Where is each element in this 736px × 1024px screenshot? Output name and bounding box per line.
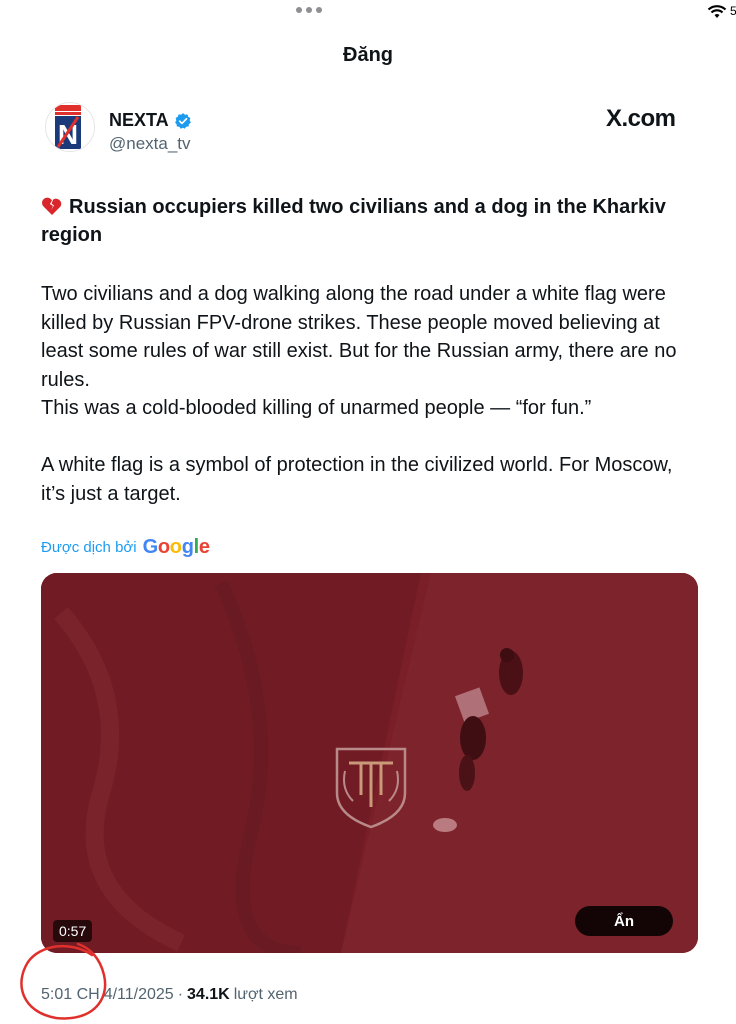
post-detail-page: 5 Đăng N NEXTA @nexta_tv X.com Russian o… — [0, 0, 736, 1024]
google-logo: Google — [142, 536, 210, 558]
author-handle[interactable]: @nexta_tv — [109, 134, 191, 154]
meta-separator: · — [177, 986, 184, 1003]
tweet-time[interactable]: 5:01 CH — [41, 986, 100, 1004]
tweet-headline: Russian occupiers killed two civilians a… — [41, 193, 691, 249]
video-player[interactable] — [41, 573, 698, 953]
page-title: Đăng — [343, 44, 393, 66]
author-name[interactable]: NEXTA — [109, 110, 192, 131]
tweet-date[interactable]: 4/11/2025 — [104, 986, 174, 1004]
translation-attribution[interactable]: Được dịch bởi Google — [41, 536, 210, 559]
video-duration-badge: 0:57 — [53, 920, 93, 942]
tweet-paragraph: This was a cold-blooded killing of unarm… — [41, 397, 592, 419]
battery-level-text: 5 — [730, 4, 736, 18]
views-count: 34.1K — [187, 986, 230, 1003]
tweet-paragraph: Two civilians and a dog walking along th… — [41, 283, 677, 391]
hide-button[interactable]: Ẩn — [575, 906, 673, 936]
broken-heart-icon — [42, 197, 62, 215]
author-name-text[interactable]: NEXTA — [109, 110, 169, 131]
views-label: lượt xem — [233, 986, 298, 1003]
author-avatar[interactable]: N — [45, 102, 95, 152]
translated-by-label[interactable]: Được dịch bởi — [41, 539, 137, 556]
tweet-body: Two civilians and a dog walking along th… — [41, 280, 701, 508]
tweet-headline-text: Russian occupiers killed two civilians a… — [41, 196, 666, 246]
tweet-paragraph: A white flag is a symbol of protection i… — [41, 454, 673, 505]
wifi-icon — [707, 5, 727, 18]
verified-badge-icon — [174, 112, 191, 129]
tweet-meta: 5:01 CH 4/11/2025 · 34.1K lượt xem — [41, 986, 298, 1004]
x-com-source-logo[interactable]: X.com — [606, 105, 676, 133]
multitasking-dots[interactable] — [296, 7, 322, 13]
video-thumbnail — [41, 573, 698, 953]
